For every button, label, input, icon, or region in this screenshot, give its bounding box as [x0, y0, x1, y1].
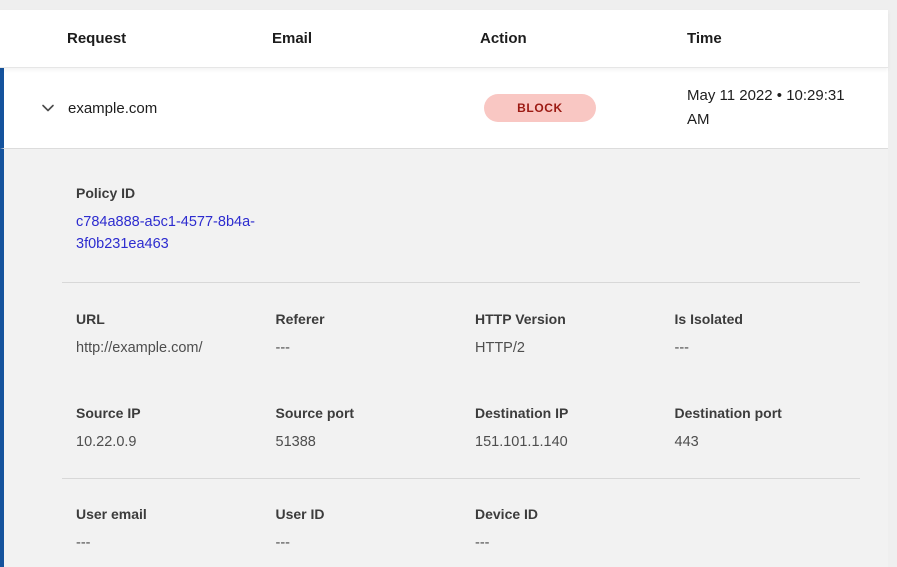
section-divider	[62, 478, 860, 479]
request-hostname: example.com	[68, 100, 157, 117]
detail-field-row-network: Source IP 10.22.0.9 Source port 51388 De…	[62, 403, 860, 452]
column-header-time: Time	[687, 30, 888, 47]
field-label: Is Isolated	[675, 309, 861, 329]
field-label: Destination port	[675, 403, 861, 423]
field-label: HTTP Version	[475, 309, 661, 329]
field-value: ---	[675, 338, 861, 358]
block-status-badge: BLOCK	[484, 94, 596, 122]
field-referer: Referer ---	[262, 309, 462, 358]
field-destination-ip: Destination IP 151.101.1.140	[461, 403, 661, 452]
field-user-id: User ID ---	[262, 504, 462, 553]
field-value: ---	[276, 533, 462, 553]
field-label: User email	[76, 504, 262, 524]
row-detail-panel: Policy ID c784a888-a5c1-4577-8b4a-3f0b23…	[0, 149, 888, 567]
field-value: 151.101.1.140	[475, 432, 661, 452]
field-label: Referer	[276, 309, 462, 329]
column-header-request: Request	[67, 30, 272, 47]
field-label: Destination IP	[475, 403, 661, 423]
page-background-strip	[0, 0, 897, 10]
detail-field-row-user: User email --- User ID --- Device ID ---	[62, 504, 860, 553]
chevron-down-icon[interactable]	[40, 100, 56, 116]
field-is-isolated: Is Isolated ---	[661, 309, 861, 358]
timestamp: May 11 2022 • 10:29:31 AM	[687, 84, 888, 132]
request-log-page: Request Email Action Time example.com BL…	[0, 0, 897, 567]
field-label: Source IP	[76, 403, 262, 423]
column-header-email: Email	[272, 30, 480, 47]
field-value: ---	[475, 533, 661, 553]
policy-id-label: Policy ID	[76, 183, 860, 203]
field-label: Source port	[276, 403, 462, 423]
section-divider	[62, 282, 860, 283]
detail-content: Policy ID c784a888-a5c1-4577-8b4a-3f0b23…	[62, 149, 860, 553]
field-value: 51388	[276, 432, 462, 452]
request-cell: example.com	[40, 100, 272, 117]
field-value: HTTP/2	[475, 338, 661, 358]
field-label: URL	[76, 309, 262, 329]
field-source-port: Source port 51388	[262, 403, 462, 452]
policy-id-block: Policy ID c784a888-a5c1-4577-8b4a-3f0b23…	[62, 183, 860, 255]
field-destination-port: Destination port 443	[661, 403, 861, 452]
table-header: Request Email Action Time	[0, 10, 888, 68]
field-device-id: Device ID ---	[461, 504, 661, 553]
field-url: URL http://example.com/	[62, 309, 262, 358]
field-source-ip: Source IP 10.22.0.9	[62, 403, 262, 452]
table-row[interactable]: example.com BLOCK May 11 2022 • 10:29:31…	[0, 68, 888, 149]
field-value: http://example.com/	[76, 338, 262, 358]
policy-id-link[interactable]: c784a888-a5c1-4577-8b4a-3f0b231ea463	[76, 212, 266, 255]
action-cell: BLOCK	[480, 94, 687, 122]
field-value: ---	[76, 533, 262, 553]
field-value: ---	[276, 338, 462, 358]
field-label: User ID	[276, 504, 462, 524]
field-http-version: HTTP Version HTTP/2	[461, 309, 661, 358]
field-user-email: User email ---	[62, 504, 262, 553]
field-label: Device ID	[475, 504, 661, 524]
column-header-action: Action	[480, 30, 687, 47]
field-value: 10.22.0.9	[76, 432, 262, 452]
field-empty	[661, 504, 861, 553]
field-value: 443	[675, 432, 861, 452]
detail-field-row-http: URL http://example.com/ Referer --- HTTP…	[62, 309, 860, 358]
